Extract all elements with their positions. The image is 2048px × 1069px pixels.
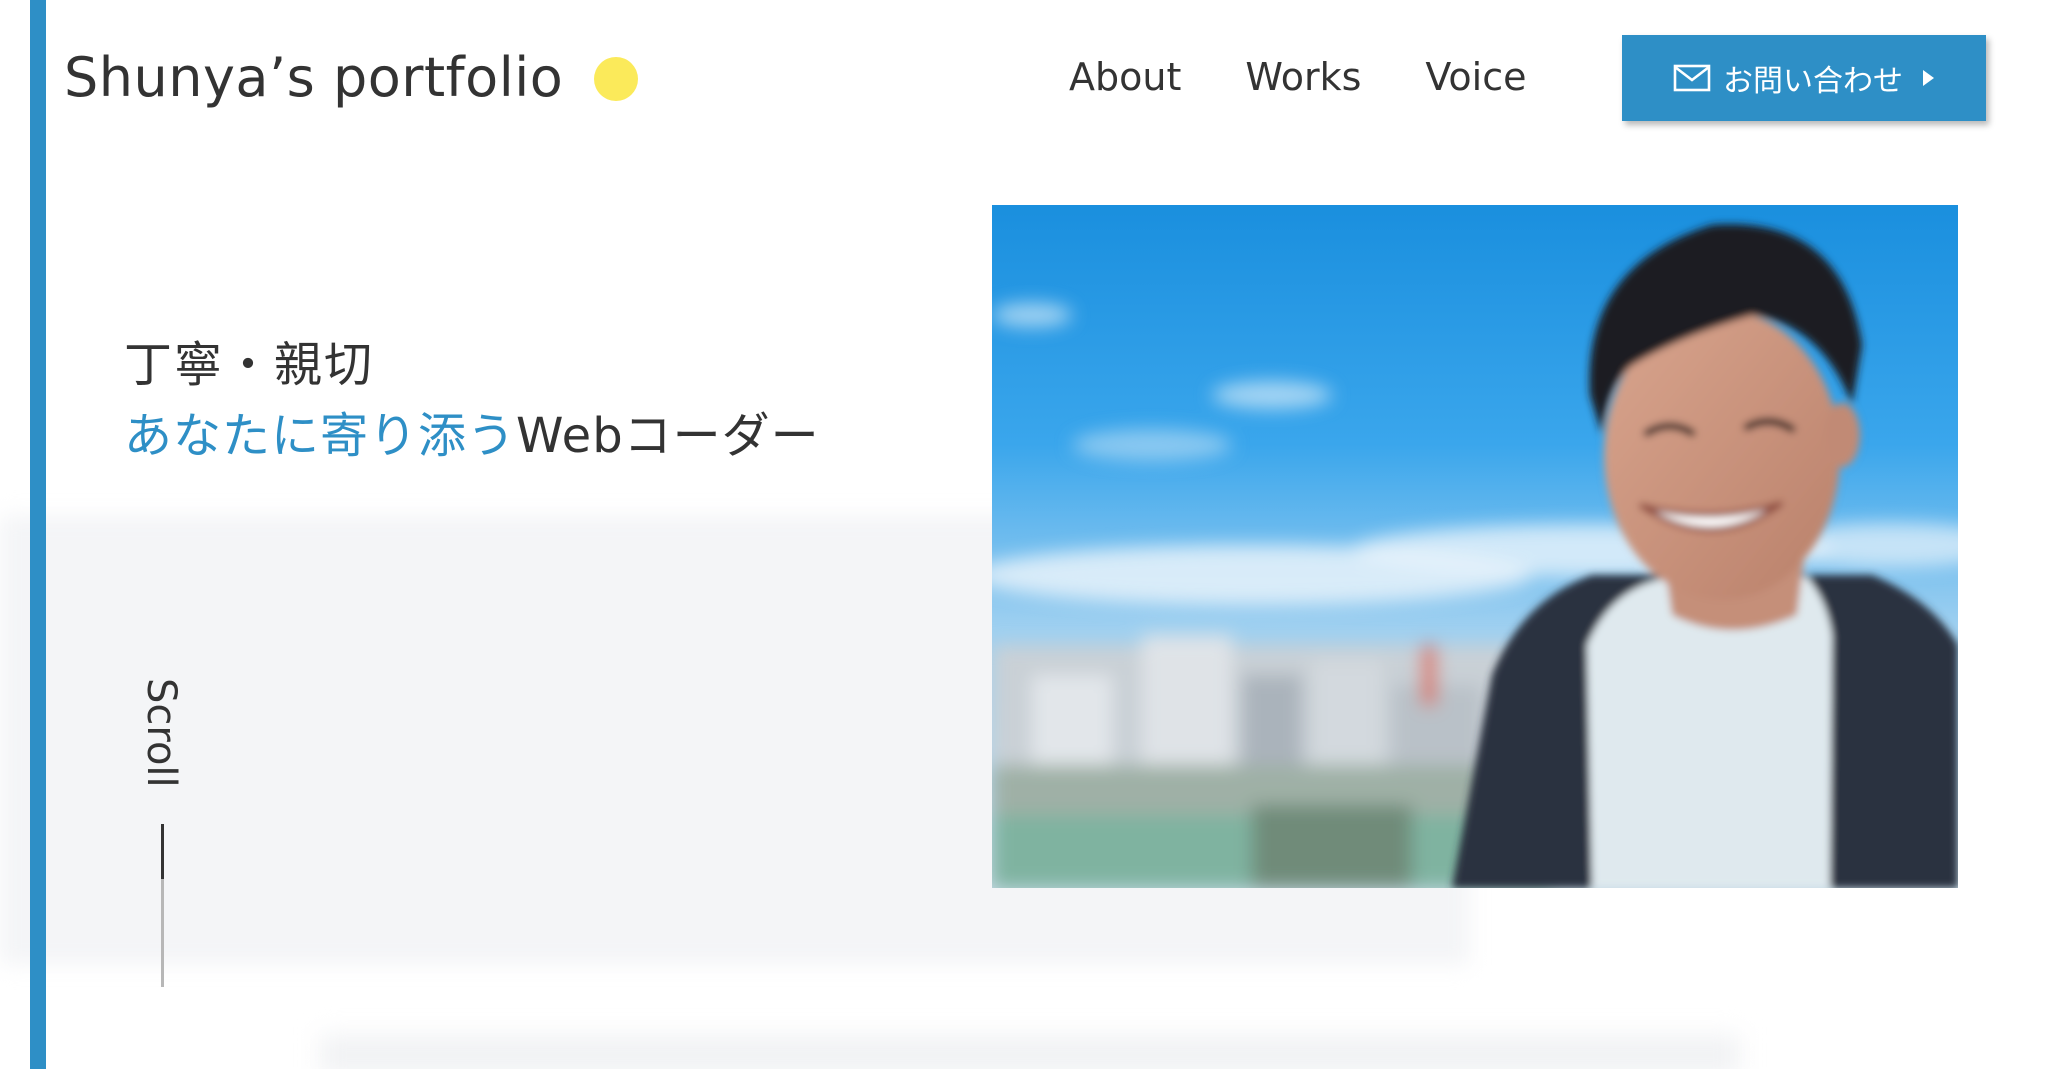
scroll-label[interactable]: Scroll (138, 678, 184, 808)
mail-icon (1673, 64, 1711, 92)
hero-accent-text: あなたに寄り添う (124, 408, 517, 464)
page: Shunya’s portfolio About Works Voice お問い… (0, 0, 2048, 1069)
site-header: Shunya’s portfolio About Works Voice お問い… (0, 0, 2048, 160)
portrait-photo (992, 205, 1958, 888)
scroll-line-track (161, 879, 164, 987)
site-logo[interactable]: Shunya’s portfolio (64, 46, 563, 109)
logo-yellow-dot (594, 57, 638, 101)
triangle-right-icon (1921, 69, 1935, 87)
contact-button-label: お問い合わせ (1723, 64, 1903, 99)
nav-item-works[interactable]: Works (1245, 55, 1361, 99)
hero-role-text: Webコーダー (516, 408, 820, 464)
hero-line-1: 丁寧・親切 (124, 337, 375, 393)
hero-line-2: あなたに寄り添うWebコーダー (124, 398, 820, 474)
section-fade (320, 1035, 1740, 1069)
nav-item-about[interactable]: About (1069, 55, 1181, 99)
contact-button[interactable]: お問い合わせ (1622, 35, 1986, 121)
nav-item-voice[interactable]: Voice (1425, 55, 1526, 99)
scroll-line-progress (161, 824, 164, 879)
main-nav: About Works Voice (1069, 55, 1591, 99)
hero-catchcopy: 丁寧・親切 あなたに寄り添うWebコーダー (124, 332, 820, 474)
left-accent-bar (30, 0, 46, 1069)
